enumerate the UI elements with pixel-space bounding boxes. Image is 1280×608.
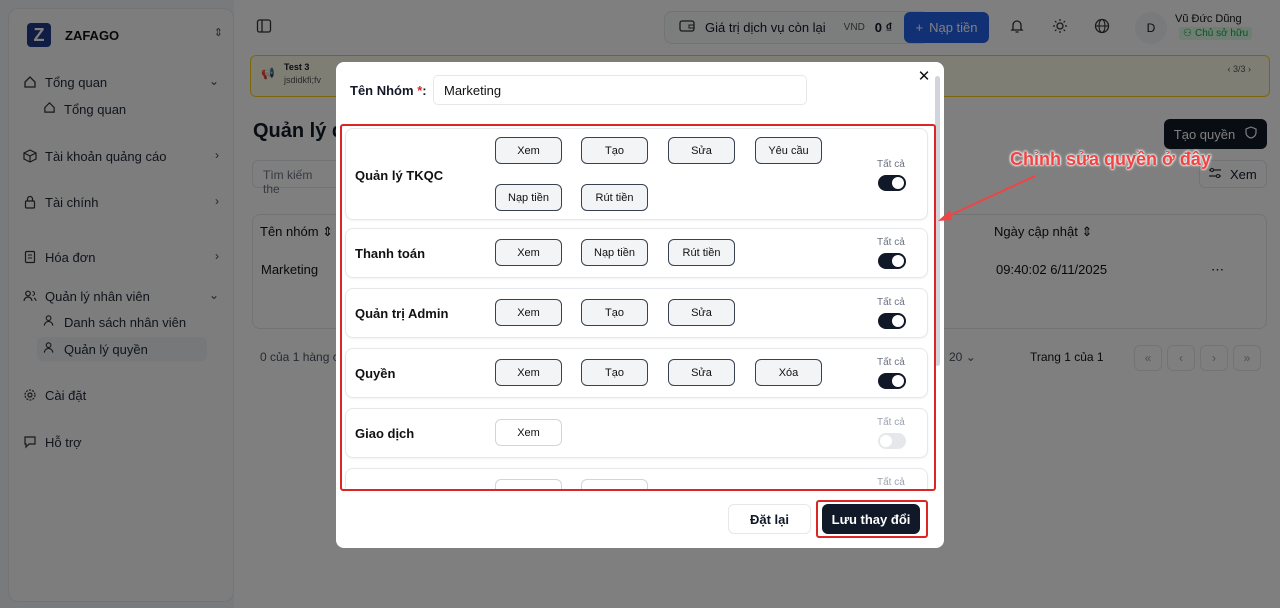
group-name-label-text: Tên Nhóm [350, 83, 414, 98]
arrow-icon [938, 175, 1036, 221]
reset-button[interactable]: Đặt lại [728, 504, 811, 534]
label-colon: : [422, 83, 427, 98]
group-name-input[interactable]: Marketing [433, 75, 807, 105]
highlight-save-button [816, 500, 928, 538]
annotation-callout: Chỉnh sửa quyền ở đây [1010, 149, 1211, 169]
close-icon[interactable]: ✕ [916, 68, 932, 85]
highlight-permissions-box [340, 124, 936, 491]
group-name-label: Tên Nhóm *: [350, 83, 427, 98]
